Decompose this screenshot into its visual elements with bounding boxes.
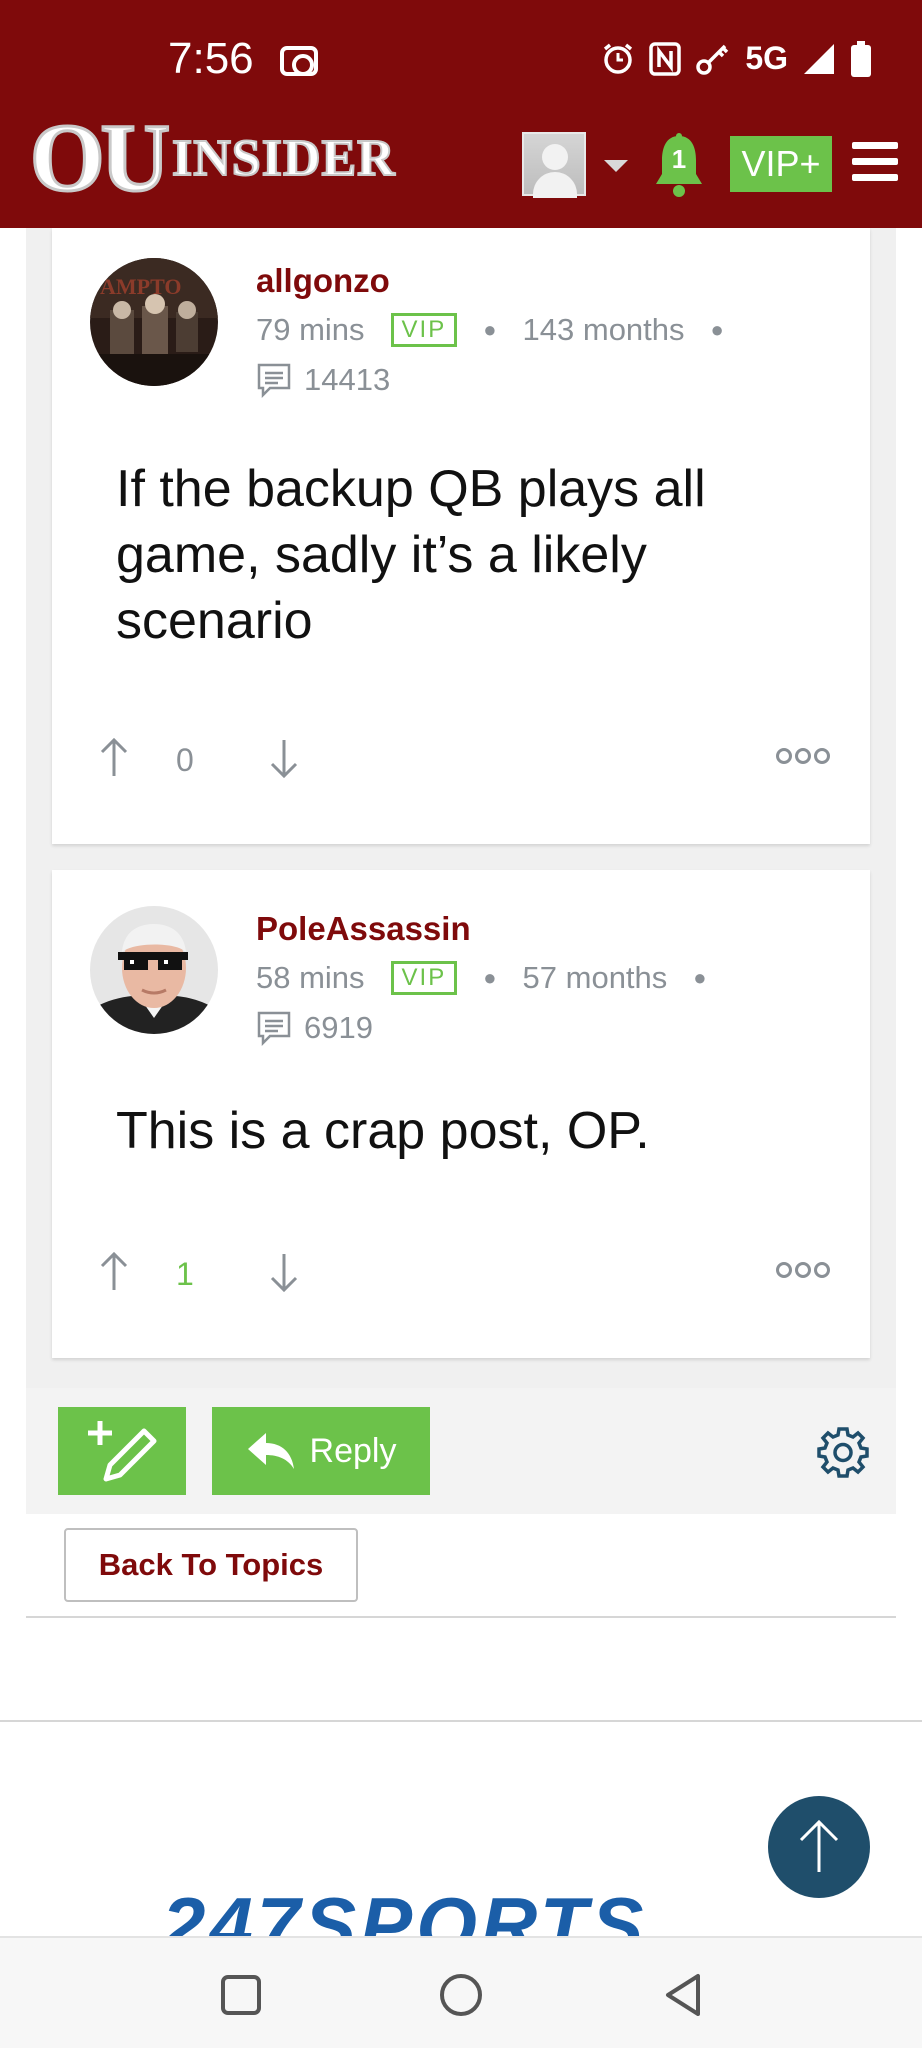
avatar[interactable] — [90, 906, 218, 1034]
key-icon — [696, 44, 729, 75]
post-author[interactable]: PoleAssassin — [256, 910, 471, 948]
post-count-value: 14413 — [304, 362, 391, 397]
post-body: If the backup QB plays all game, sadly i… — [116, 460, 706, 650]
system-nav-bar — [0, 1936, 922, 2048]
more-icon[interactable] — [776, 748, 830, 764]
footer-brand-text: 247SPORTS — [162, 1886, 648, 1936]
downvote-icon[interactable] — [264, 1250, 304, 1294]
separator-dot: ● — [483, 317, 497, 342]
site-logo[interactable]: OU INSIDER — [29, 104, 396, 211]
upvote-icon[interactable] — [94, 1250, 134, 1294]
separator-dot: ● — [693, 965, 707, 990]
post-count-value: 6919 — [304, 1010, 373, 1045]
member-duration: 57 months — [522, 960, 668, 995]
status-icons: 5G — [601, 40, 872, 77]
new-post-button[interactable] — [58, 1407, 186, 1495]
vip-badge: VIP — [390, 313, 458, 347]
post-count: 6919 — [256, 1010, 373, 1046]
avatar[interactable]: AMPTO — [90, 258, 218, 386]
reply-icon — [247, 1433, 294, 1469]
separator-dot: ● — [710, 317, 724, 342]
menu-icon[interactable] — [852, 142, 898, 182]
notifications-button[interactable]: 1 — [652, 132, 706, 198]
reply-button[interactable]: Reply — [212, 1407, 430, 1495]
chevron-down-icon[interactable] — [604, 160, 628, 172]
logo-ou: OU — [29, 104, 172, 211]
scroll-to-top-button[interactable] — [768, 1796, 870, 1898]
logo-insider: INSIDER — [171, 129, 396, 188]
post-time: 79 mins — [256, 312, 365, 347]
thread-content: AMPTO allgonzo 79 mins VIP ● 143 months … — [26, 228, 896, 1514]
vote-count: 0 — [176, 742, 194, 778]
svg-text:AMPTO: AMPTO — [100, 274, 181, 299]
vip-badge: VIP — [390, 961, 458, 995]
thread-action-bar: Reply — [26, 1388, 896, 1514]
more-icon[interactable] — [776, 1262, 830, 1278]
user-avatar[interactable] — [522, 132, 586, 198]
status-time: 7:56 — [168, 34, 254, 83]
nav-back-icon[interactable] — [662, 1972, 704, 2018]
alarm-icon — [604, 43, 633, 74]
vote-count: 1 — [176, 1256, 194, 1292]
post-author[interactable]: allgonzo — [256, 262, 390, 300]
post-card: PoleAssassin 58 mins VIP ● 57 months ● 6… — [52, 870, 870, 1358]
arrow-up-icon — [799, 1819, 839, 1872]
gear-icon[interactable] — [816, 1425, 870, 1479]
screen-record-icon — [280, 46, 318, 76]
signal-icon — [804, 43, 834, 74]
notification-count: 1 — [671, 144, 687, 174]
post-time: 58 mins — [256, 960, 365, 995]
post-meta: 79 mins VIP ● 143 months ● — [256, 312, 750, 348]
divider — [26, 1616, 896, 1618]
downvote-icon[interactable] — [264, 736, 304, 780]
upvote-icon[interactable] — [94, 736, 134, 780]
comment-icon — [257, 1011, 291, 1046]
nav-recents-icon[interactable] — [220, 1974, 262, 2016]
footer-brand-logo[interactable]: 247SPORTS — [162, 1886, 770, 1936]
nfc-icon — [649, 41, 682, 76]
member-duration: 143 months — [522, 312, 685, 347]
network-label: 5G — [745, 40, 788, 76]
separator-dot: ● — [483, 965, 497, 990]
new-post-icon — [88, 1421, 157, 1482]
divider — [0, 1720, 922, 1722]
top-header: 7:56 5G OU INSIDER 1 VIP+ — [0, 0, 922, 228]
vote-row: 1 — [52, 1250, 870, 1310]
comment-icon — [257, 363, 291, 398]
back-to-topics-button[interactable]: Back To Topics — [64, 1528, 358, 1602]
post-meta: 58 mins VIP ● 57 months ● — [256, 960, 733, 996]
post-count: 14413 — [256, 362, 390, 398]
nav-home-icon[interactable] — [438, 1972, 484, 2018]
vip-button[interactable]: VIP+ — [730, 136, 832, 192]
battery-icon — [851, 40, 871, 77]
post-body: This is a crap post, OP. — [116, 1102, 650, 1160]
vote-row: 0 — [52, 736, 870, 796]
post-card: AMPTO allgonzo 79 mins VIP ● 143 months … — [52, 228, 870, 844]
reply-label: Reply — [309, 1431, 397, 1470]
